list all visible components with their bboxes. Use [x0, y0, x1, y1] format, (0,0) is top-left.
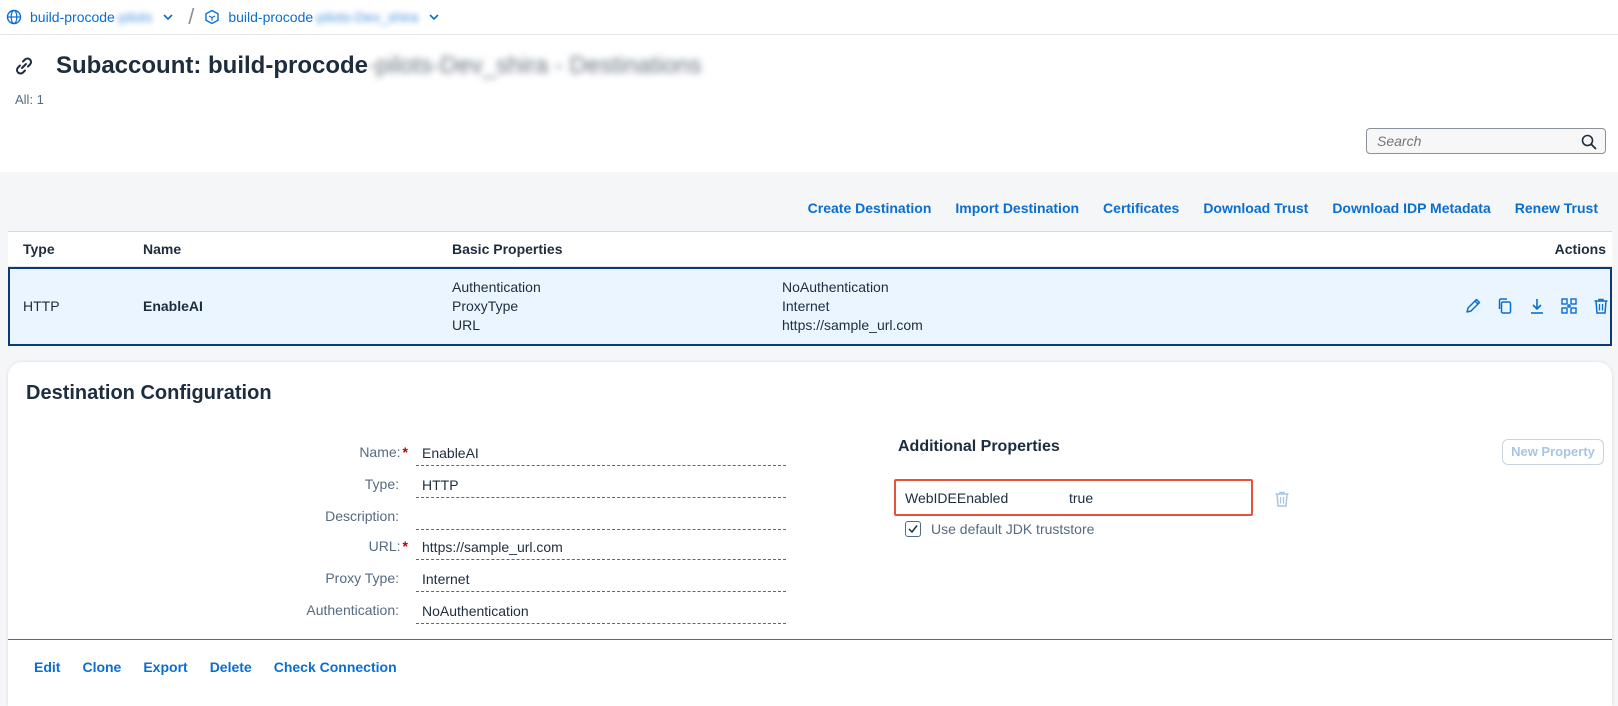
row-type: HTTP	[23, 298, 60, 314]
jdk-truststore-label: Use default JDK truststore	[931, 521, 1095, 537]
check-connection-icon[interactable]	[1560, 297, 1578, 315]
property-label: Authentication	[452, 279, 541, 295]
description-field[interactable]	[416, 506, 786, 530]
destination-configuration-panel: Destination Configuration Name: * EnableA…	[8, 362, 1612, 706]
checkmark-icon	[908, 525, 918, 534]
row-property-values: NoAuthentication Internet https://sample…	[782, 278, 923, 335]
row-property-labels: Authentication ProxyType URL	[452, 278, 541, 335]
checkbox[interactable]	[905, 521, 921, 537]
page-header: Subaccount: build-procode-pilots-Dev_shi…	[12, 52, 701, 80]
panel-footer: Edit Clone Export Delete Check Connectio…	[34, 659, 397, 675]
name-label-text: Name:	[359, 444, 401, 460]
property-value: NoAuthentication	[782, 279, 889, 295]
edit-button[interactable]: Edit	[34, 659, 60, 675]
authentication-field[interactable]: NoAuthentication	[416, 600, 786, 624]
type-label: Type:	[364, 476, 399, 492]
property-value: https://sample_url.com	[782, 317, 923, 333]
new-property-button[interactable]: New Property	[1502, 439, 1604, 465]
panel-title: Destination Configuration	[26, 382, 272, 404]
proxy-type-label: Proxy Type:	[325, 570, 399, 586]
page-title: Subaccount: build-procode-pilots-Dev_shi…	[56, 52, 701, 80]
required-marker: *	[402, 444, 408, 460]
breadcrumb-item-1-prefix: build-procode	[30, 9, 115, 25]
search-field[interactable]	[1366, 128, 1606, 154]
table-row[interactable]: HTTP EnableAI Authentication ProxyType U…	[8, 267, 1612, 346]
proxy-type-field[interactable]: Internet	[416, 568, 786, 592]
row-name: EnableAI	[143, 298, 203, 314]
url-field[interactable]: https://sample_url.com	[416, 536, 786, 560]
breadcrumb-subaccount[interactable]: build-procode -pilots-Dev_shira	[204, 9, 440, 25]
name-label: Name: *	[108, 444, 408, 460]
delete-icon[interactable]	[1592, 297, 1610, 315]
column-header-type: Type	[23, 241, 55, 257]
breadcrumb-item-2-suffix: -pilots-Dev_shira	[313, 9, 419, 25]
jdk-truststore-option[interactable]: Use default JDK truststore	[905, 521, 1094, 537]
additional-property-row[interactable]: WebIDEEnabled true	[894, 479, 1253, 516]
search-input[interactable]	[1377, 133, 1572, 149]
description-label: Description:	[325, 508, 399, 524]
breadcrumb: build-procode -pilots / build-procode -pil…	[0, 0, 1618, 35]
import-destination-button[interactable]: Import Destination	[955, 200, 1079, 216]
link-icon	[15, 57, 33, 75]
footer-divider	[8, 639, 1612, 640]
table-header: Type Name Basic Properties Actions	[8, 231, 1612, 267]
authentication-label: Authentication:	[306, 602, 399, 618]
download-icon[interactable]	[1528, 297, 1546, 315]
cube-icon	[205, 9, 220, 25]
renew-trust-button[interactable]: Renew Trust	[1515, 200, 1598, 216]
export-button[interactable]: Export	[143, 659, 187, 675]
column-header-basic-properties: Basic Properties	[452, 241, 563, 257]
check-connection-button[interactable]: Check Connection	[274, 659, 397, 675]
breadcrumb-global-account[interactable]: build-procode -pilots	[6, 9, 174, 25]
url-label: URL: *	[108, 538, 408, 554]
delete-button[interactable]: Delete	[210, 659, 252, 675]
property-key: WebIDEEnabled	[905, 490, 1009, 506]
property-label: ProxyType	[452, 298, 519, 314]
page-title-prefix: Subaccount: build-procode	[56, 52, 368, 79]
clone-button[interactable]: Clone	[82, 659, 121, 675]
delete-property-icon[interactable]	[1273, 490, 1291, 508]
page-title-suffix: -pilots-Dev_shira - Destinations	[368, 52, 702, 79]
column-header-name: Name	[143, 241, 182, 257]
row-actions	[1464, 297, 1610, 315]
create-destination-button[interactable]: Create Destination	[808, 200, 932, 216]
additional-properties-title: Additional Properties	[898, 438, 1060, 455]
property-value: true	[1069, 490, 1094, 506]
download-trust-button[interactable]: Download Trust	[1203, 200, 1308, 216]
search-icon[interactable]	[1581, 134, 1597, 150]
url-label-text: URL:	[368, 538, 401, 554]
property-label: URL	[452, 317, 481, 333]
download-idp-metadata-button[interactable]: Download IDP Metadata	[1332, 200, 1490, 216]
copy-icon[interactable]	[1496, 297, 1514, 315]
globe-icon	[6, 9, 22, 25]
property-value: Internet	[782, 298, 830, 314]
destinations-table: Type Name Basic Properties Actions HTTP …	[8, 231, 1612, 346]
table-toolbar: Create Destination Import Destination Ce…	[808, 200, 1598, 216]
breadcrumb-item-1-suffix: -pilots	[114, 9, 153, 25]
required-marker: *	[402, 538, 408, 554]
item-count: All: 1	[15, 92, 44, 107]
name-field[interactable]: EnableAI	[416, 442, 786, 466]
breadcrumb-item-2-prefix: build-procode	[228, 9, 314, 25]
edit-icon[interactable]	[1464, 297, 1482, 315]
column-header-actions: Actions	[1554, 241, 1606, 257]
type-field[interactable]: HTTP	[416, 474, 786, 498]
breadcrumb-separator: /	[188, 4, 195, 29]
chevron-down-icon[interactable]	[428, 11, 440, 23]
chevron-down-icon[interactable]	[162, 11, 174, 23]
certificates-button[interactable]: Certificates	[1103, 200, 1179, 216]
